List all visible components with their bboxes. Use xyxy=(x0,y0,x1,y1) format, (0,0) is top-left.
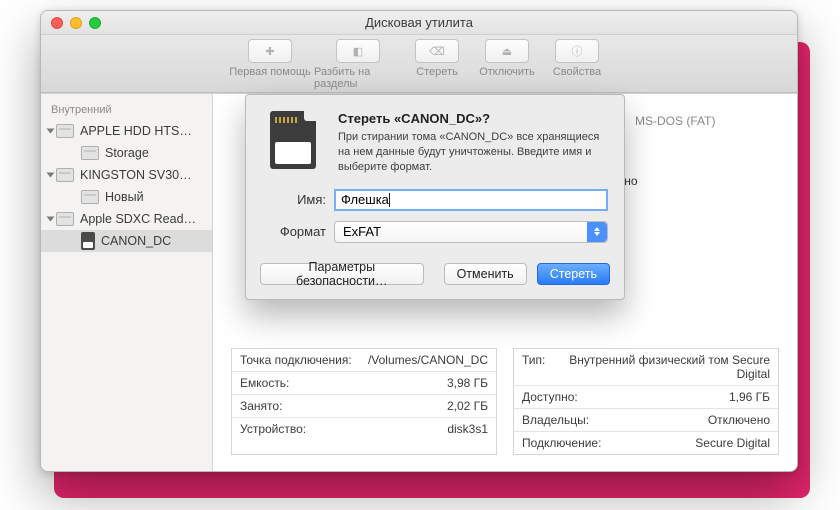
sidebar-item-label: Storage xyxy=(105,146,149,160)
toolbar-first-aid[interactable]: ✚ Первая помощь xyxy=(226,39,314,92)
dialog-description: При стирании тома «CANON_DC» все хранящи… xyxy=(338,130,608,175)
unmount-icon: ⏏ xyxy=(502,45,512,58)
sidebar-item-label: APPLE HDD HTS… xyxy=(80,124,192,138)
sd-card-icon xyxy=(81,232,95,250)
sidebar-item-disk[interactable]: KINGSTON SV30… xyxy=(41,164,212,186)
format-label: Формат xyxy=(262,224,326,239)
hdd-icon xyxy=(56,168,74,182)
security-options-button[interactable]: Параметры безопасности… xyxy=(260,263,424,285)
sidebar-heading: Внутренний xyxy=(41,100,212,120)
format-value: ExFAT xyxy=(343,224,381,239)
sidebar-item-volume[interactable]: Storage xyxy=(41,142,212,164)
disclosure-triangle-icon[interactable] xyxy=(47,129,55,134)
sidebar-item-volume[interactable]: Новый xyxy=(41,186,212,208)
disk-utility-window: Дисковая утилита ✚ Первая помощь ◧ Разби… xyxy=(40,10,798,472)
table-row: Подключение:Secure Digital xyxy=(514,432,778,454)
table-row: Владельцы:Отключено xyxy=(514,409,778,432)
sidebar-item-label: Новый xyxy=(105,190,144,204)
titlebar[interactable]: Дисковая утилита xyxy=(41,11,797,35)
volume-filesystem: MS-DOS (FAT) xyxy=(635,114,779,128)
info-icon: ⓘ xyxy=(572,43,583,59)
partition-icon: ◧ xyxy=(353,45,363,58)
table-row: Устройство:disk3s1 xyxy=(232,418,496,440)
sidebar-item-label: CANON_DC xyxy=(101,234,171,248)
table-row: Занято:2,02 ГБ xyxy=(232,395,496,418)
toolbar-label: Разбить на разделы xyxy=(314,66,402,90)
erase-icon: ⌫ xyxy=(429,45,445,58)
toolbar-label: Свойства xyxy=(553,66,601,78)
toolbar: ✚ Первая помощь ◧ Разбить на разделы ⌫ С… xyxy=(41,35,797,93)
sidebar-item-label: KINGSTON SV30… xyxy=(80,168,192,182)
sidebar-item-disk[interactable]: APPLE HDD HTS… xyxy=(41,120,212,142)
first-aid-icon: ✚ xyxy=(265,45,274,58)
erase-button[interactable]: Стереть xyxy=(537,263,610,285)
dialog-sd-icon xyxy=(262,111,324,173)
name-label: Имя: xyxy=(262,192,326,207)
toolbar-info[interactable]: ⓘ Свойства xyxy=(542,39,612,92)
toolbar-unmount[interactable]: ⏏ Отключить xyxy=(472,39,542,92)
cancel-button[interactable]: Отменить xyxy=(444,263,527,285)
name-input[interactable]: Флешка xyxy=(334,189,608,211)
disclosure-triangle-icon[interactable] xyxy=(47,173,55,178)
volume-icon xyxy=(81,146,99,160)
erase-dialog: Стереть «CANON_DC»? При стирании тома «C… xyxy=(245,94,625,300)
table-row: Доступно:1,96 ГБ xyxy=(514,386,778,409)
card-reader-icon xyxy=(56,212,74,226)
sidebar-item-label: Apple SDXC Read… xyxy=(80,212,196,226)
volume-icon xyxy=(81,190,99,204)
sidebar-item-canon-dc[interactable]: CANON_DC xyxy=(41,230,212,252)
disclosure-triangle-icon[interactable] xyxy=(47,217,55,222)
info-tables: Точка подключения:/Volumes/CANON_DC Емко… xyxy=(231,348,779,455)
table-row: Точка подключения:/Volumes/CANON_DC xyxy=(232,349,496,372)
info-table-left: Точка подключения:/Volumes/CANON_DC Емко… xyxy=(231,348,497,455)
sidebar: Внутренний APPLE HDD HTS… Storage KINGST… xyxy=(41,94,213,471)
format-select[interactable]: ExFAT xyxy=(334,221,608,243)
table-row: Тип:Внутренний физический том Secure Dig… xyxy=(514,349,778,386)
sidebar-item-disk[interactable]: Apple SDXC Read… xyxy=(41,208,212,230)
select-arrows-icon xyxy=(587,222,607,242)
toolbar-erase[interactable]: ⌫ Стереть xyxy=(402,39,472,92)
toolbar-label: Стереть xyxy=(416,66,458,78)
dialog-title: Стереть «CANON_DC»? xyxy=(338,111,608,126)
toolbar-label: Отключить xyxy=(479,66,535,78)
toolbar-partition[interactable]: ◧ Разбить на разделы xyxy=(314,39,402,92)
table-row: Емкость:3,98 ГБ xyxy=(232,372,496,395)
info-table-right: Тип:Внутренний физический том Secure Dig… xyxy=(513,348,779,455)
toolbar-label: Первая помощь xyxy=(229,66,311,78)
window-title: Дисковая утилита xyxy=(41,15,797,30)
hdd-icon xyxy=(56,124,74,138)
